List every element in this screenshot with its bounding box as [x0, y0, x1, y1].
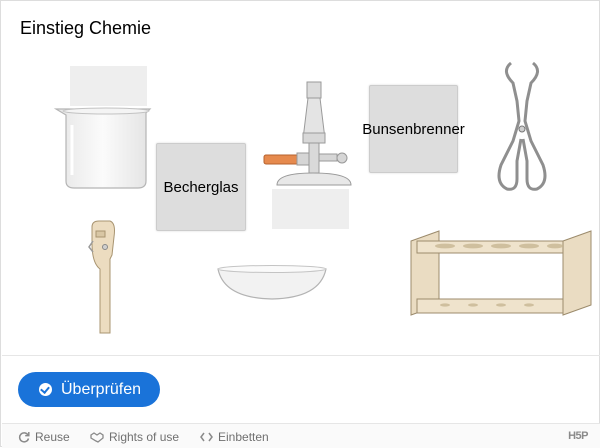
embed-label: Einbetten: [218, 430, 269, 444]
draggable-label: Bunsenbrenner: [362, 120, 465, 138]
embed-button[interactable]: Einbetten: [200, 430, 269, 444]
h5p-drag-and-drop-container: Einstieg Chemie Becherglas Bunsenbrenner…: [0, 0, 600, 448]
handshake-icon: [90, 432, 104, 443]
divider: [2, 355, 600, 356]
draggable-bunsenbrenner[interactable]: Bunsenbrenner: [362, 85, 465, 173]
footer-bar: Reuse Rights of use Einbetten H5P: [2, 423, 600, 448]
beaker-image: [54, 107, 152, 189]
check-button[interactable]: Überprüfen: [18, 372, 160, 407]
crucible-tongs-image: [497, 61, 547, 191]
reuse-icon: [18, 432, 30, 443]
h5p-logo[interactable]: H5P: [568, 430, 588, 442]
rights-of-use-button[interactable]: Rights of use: [90, 430, 179, 444]
drag-drop-stage: Becherglas Bunsenbrenner: [1, 1, 600, 355]
check-circle-icon: [39, 383, 52, 396]
bunsen-burner-image: [263, 81, 352, 186]
rights-of-use-label: Rights of use: [109, 430, 180, 444]
draggable-label: Becherglas: [163, 178, 239, 196]
code-brackets-icon: [200, 432, 213, 442]
evaporating-dish-image: [217, 265, 327, 300]
reuse-button[interactable]: Reuse: [18, 430, 70, 444]
drop-zone-1[interactable]: [70, 66, 147, 106]
drop-zone-2[interactable]: [272, 189, 349, 229]
test-tube-rack-image: [410, 230, 592, 316]
reuse-label: Reuse: [35, 430, 70, 444]
draggable-becherglas[interactable]: Becherglas: [156, 143, 246, 231]
test-tube-holder-image: [88, 220, 115, 334]
check-button-label: Überprüfen: [61, 380, 142, 398]
